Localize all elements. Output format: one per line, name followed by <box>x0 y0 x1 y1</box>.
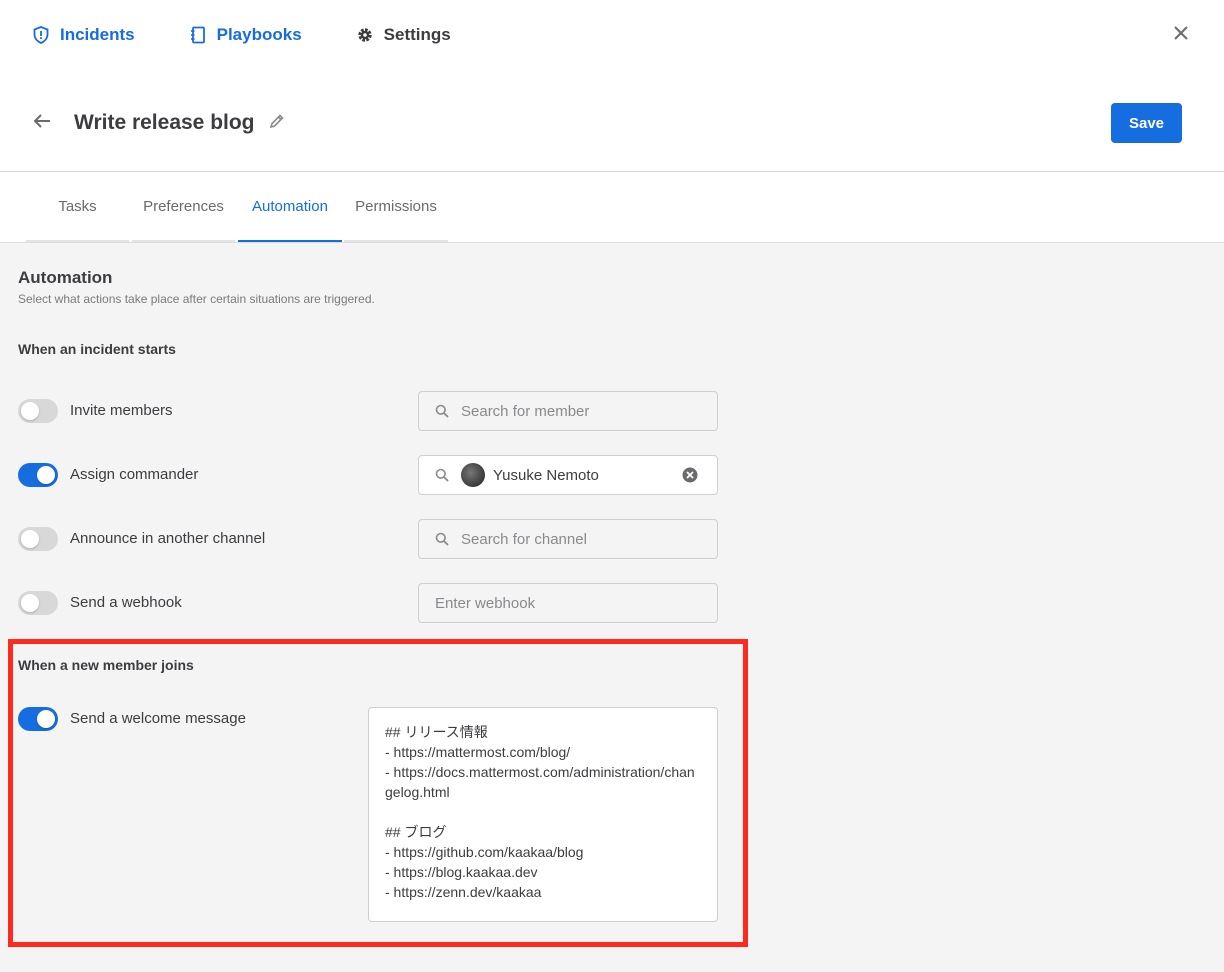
clear-icon[interactable] <box>681 466 699 484</box>
announce-channel-toggle[interactable] <box>18 527 58 551</box>
notebook-icon <box>189 26 207 44</box>
back-button[interactable] <box>30 111 54 135</box>
title-bar: Write release blog <box>30 104 287 142</box>
assign-commander-label: Assign commander <box>70 466 199 483</box>
search-icon <box>435 532 449 546</box>
pencil-icon <box>269 113 285 134</box>
search-icon <box>435 404 449 418</box>
invite-members-label: Invite members <box>70 402 173 419</box>
nav-playbooks-label: Playbooks <box>216 25 302 44</box>
channel-search-placeholder: Search for channel <box>461 530 587 548</box>
webhook-placeholder: Enter webhook <box>435 594 536 612</box>
nav-settings-label: Settings <box>383 25 451 44</box>
section-title: Automation <box>18 268 113 287</box>
tab-automation[interactable]: Automation <box>238 172 342 242</box>
page-title: Write release blog <box>74 111 255 134</box>
top-bar: Incidents Playbooks Settings Write relea… <box>0 0 1224 172</box>
member-search-input[interactable]: Search for member <box>418 391 718 431</box>
incident-starts-heading: When an incident starts <box>18 341 176 357</box>
avatar <box>461 463 485 487</box>
main-nav: Incidents Playbooks Settings <box>32 22 505 48</box>
close-button[interactable] <box>1168 22 1194 48</box>
shield-icon <box>32 26 50 44</box>
section-subtitle: Select what actions take place after cer… <box>18 292 375 306</box>
highlight-box <box>8 639 748 947</box>
tabs-bar: Tasks Preferences Automation Permissions <box>0 172 1224 243</box>
close-icon <box>1173 25 1189 46</box>
save-button[interactable]: Save <box>1111 103 1182 143</box>
tab-tasks[interactable]: Tasks <box>26 172 129 242</box>
member-search-placeholder: Search for member <box>461 402 590 420</box>
search-icon <box>435 468 449 482</box>
announce-channel-label: Announce in another channel <box>70 530 266 547</box>
commander-select[interactable]: Yusuke Nemoto <box>418 455 718 495</box>
arrow-left-icon <box>33 113 51 134</box>
webhook-input[interactable]: Enter webhook <box>418 583 718 623</box>
tab-preferences[interactable]: Preferences <box>132 172 235 242</box>
nav-settings[interactable]: Settings <box>356 22 451 48</box>
commander-name: Yusuke Nemoto <box>493 466 599 484</box>
send-webhook-label: Send a webhook <box>70 594 182 611</box>
nav-incidents[interactable]: Incidents <box>32 22 135 48</box>
invite-members-toggle[interactable] <box>18 399 58 423</box>
channel-search-input[interactable]: Search for channel <box>418 519 718 559</box>
edit-title-button[interactable] <box>267 113 287 133</box>
nav-incidents-label: Incidents <box>60 25 135 44</box>
tab-permissions[interactable]: Permissions <box>344 172 448 242</box>
gear-icon <box>356 26 374 44</box>
assign-commander-toggle[interactable] <box>18 463 58 487</box>
send-webhook-toggle[interactable] <box>18 591 58 615</box>
nav-playbooks[interactable]: Playbooks <box>189 22 302 48</box>
